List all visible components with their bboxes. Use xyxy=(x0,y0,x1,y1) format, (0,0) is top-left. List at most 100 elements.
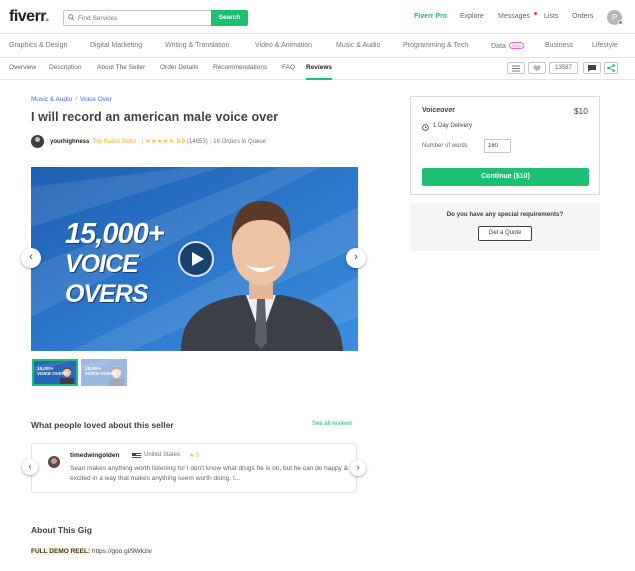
play-button[interactable] xyxy=(178,241,214,277)
review-prev-button[interactable]: ‹ xyxy=(22,459,38,475)
words-label: Number of words xyxy=(422,143,468,149)
gallery-next-button[interactable]: › xyxy=(346,248,366,268)
tab-overview[interactable]: Overview xyxy=(9,64,36,71)
special-requirements-panel: Do you have any special requirements? Ge… xyxy=(410,203,600,251)
online-indicator xyxy=(618,20,623,25)
unread-dot xyxy=(534,12,537,15)
category-data[interactable]: Data NEW xyxy=(491,42,525,50)
review-rating: ★ 5 xyxy=(189,453,200,459)
like-button[interactable] xyxy=(528,62,546,74)
tab-recommendations[interactable]: Recommendations xyxy=(213,64,267,71)
orders-link[interactable]: Orders xyxy=(572,13,593,20)
share-button[interactable] xyxy=(604,62,618,74)
category-lifestyle[interactable]: Lifestyle xyxy=(592,42,618,49)
seller-level-badge: Top Rated Seller xyxy=(92,138,137,145)
loved-heading: What people loved about this seller xyxy=(31,420,174,430)
tab-order-details[interactable]: Order Details xyxy=(160,64,198,71)
rating-stars: ★★★★★ xyxy=(145,139,175,145)
reviewer-country: United States xyxy=(144,452,181,458)
words-input[interactable] xyxy=(484,139,511,153)
top-bar: fiverr. Search Fiverr Pro Explore Messag… xyxy=(0,0,635,34)
logo-dot: . xyxy=(45,8,50,25)
us-flag-icon xyxy=(132,453,141,459)
breadcrumb-voice-over[interactable]: Voice Over xyxy=(80,96,112,103)
play-icon xyxy=(192,252,204,266)
thumbnail-line-2: VOICE OVERS xyxy=(37,371,69,376)
messages-link[interactable]: Messages xyxy=(498,13,530,20)
breadcrumb-separator: / xyxy=(75,96,77,103)
seller-avatar[interactable] xyxy=(31,135,44,148)
get-quote-button[interactable]: Get a Quote xyxy=(478,226,532,241)
category-graphics-design[interactable]: Graphics & Design xyxy=(9,42,67,49)
tab-about-seller[interactable]: About The Seller xyxy=(97,64,145,71)
gig-title: I will record an american male voice ove… xyxy=(31,110,279,124)
new-badge: NEW xyxy=(508,42,525,49)
review-text: Sean makes anything worth listening to! … xyxy=(70,465,349,482)
category-music-audio[interactable]: Music & Audio xyxy=(336,42,380,49)
tab-faq[interactable]: FAQ xyxy=(282,64,295,71)
requirements-question: Do you have any special requirements? xyxy=(446,211,564,218)
category-video-animation[interactable]: Video & Animation xyxy=(255,42,312,49)
user-avatar[interactable]: P xyxy=(607,10,623,25)
search-box[interactable] xyxy=(63,10,211,26)
demo-label: FULL DEMO REEL: xyxy=(31,548,91,555)
package-panel: Voiceover $10 1 Day Delivery Number of w… xyxy=(410,96,600,195)
chevron-left-icon: ‹ xyxy=(29,251,33,263)
search-icon xyxy=(68,14,75,21)
category-data-label: Data xyxy=(491,43,506,50)
fiverr-pro-link[interactable]: Fiverr Pro xyxy=(414,13,447,20)
see-all-reviews-link[interactable]: See all reviews xyxy=(312,421,352,427)
review-count[interactable]: (14653) xyxy=(187,139,208,145)
thumbnail-text: 15,000+ VOICE OVERS xyxy=(85,366,116,376)
reviewer-avatar xyxy=(48,456,60,468)
seller-overview: yourhighness Top Rated Seller | ★★★★★ 5.… xyxy=(31,135,266,148)
tab-description[interactable]: Description xyxy=(49,64,82,71)
tab-reviews[interactable]: Reviews xyxy=(306,64,333,80)
package-name: Voiceover xyxy=(422,107,455,114)
review-next-button[interactable]: › xyxy=(350,460,366,476)
divider: | xyxy=(141,138,144,145)
category-digital-marketing[interactable]: Digital Marketing xyxy=(90,42,142,49)
gallery-thumbnail[interactable]: 15,000+ VOICE OVERS xyxy=(32,359,78,386)
continue-button[interactable]: Continue ($10) xyxy=(422,168,589,186)
delivery-time: 1 Day Delivery xyxy=(433,123,473,129)
divider: | xyxy=(209,138,212,145)
seller-name[interactable]: yourhighness xyxy=(50,139,89,145)
search-button[interactable]: Search xyxy=(211,10,248,26)
chevron-left-icon: ‹ xyxy=(28,461,32,471)
package-price: $10 xyxy=(573,106,588,116)
thumbnail-text: 15,000+ VOICE OVERS xyxy=(37,366,68,376)
list-menu-button[interactable] xyxy=(507,62,525,74)
gig-gallery-main[interactable]: 15,000+ VOICE OVERS xyxy=(31,167,358,351)
lists-link[interactable]: Lists xyxy=(544,13,558,20)
search-input[interactable] xyxy=(78,12,208,24)
category-business[interactable]: Business xyxy=(545,42,573,49)
clock-icon xyxy=(422,124,429,131)
review-card: timedwingolden United States ★ 5 Sean ma… xyxy=(31,443,357,493)
likes-count: 13587 xyxy=(549,62,578,74)
menu-icon xyxy=(512,65,520,71)
gallery-prev-button[interactable]: ‹ xyxy=(21,248,41,268)
explore-link[interactable]: Explore xyxy=(460,13,484,20)
chat-icon xyxy=(588,64,596,72)
demo-link[interactable]: https://goo.gl/9Wkziv xyxy=(90,548,152,555)
about-description: FULL DEMO REEL: https://goo.gl/9Wkziv xyxy=(31,548,152,555)
breadcrumb-music-audio[interactable]: Music & Audio xyxy=(31,96,72,103)
gallery-thumbnail[interactable]: 15,000+ VOICE OVERS xyxy=(81,359,127,386)
reviewer-name: timedwingolden xyxy=(70,452,120,459)
share-icon xyxy=(607,64,615,72)
category-programming-tech[interactable]: Programming & Tech xyxy=(403,42,468,49)
about-heading: About This Gig xyxy=(31,525,92,535)
comment-button[interactable] xyxy=(583,62,601,74)
rating-score: 5.0 xyxy=(176,138,186,145)
logo-text: fiverr xyxy=(9,8,46,25)
heart-icon xyxy=(533,64,541,72)
fiverr-logo[interactable]: fiverr. xyxy=(9,8,50,26)
thumbnail-line-2: VOICE OVERS xyxy=(85,371,117,376)
orders-in-queue: 16 Orders in Queue xyxy=(213,138,266,145)
breadcrumb: Music & Audio / Voice Over xyxy=(31,96,112,103)
chevron-right-icon: › xyxy=(356,462,360,472)
chevron-right-icon: › xyxy=(354,251,358,263)
category-writing-translation[interactable]: Writing & Translation xyxy=(165,42,229,49)
category-menu: Graphics & Design Digital Marketing Writ… xyxy=(0,34,635,58)
